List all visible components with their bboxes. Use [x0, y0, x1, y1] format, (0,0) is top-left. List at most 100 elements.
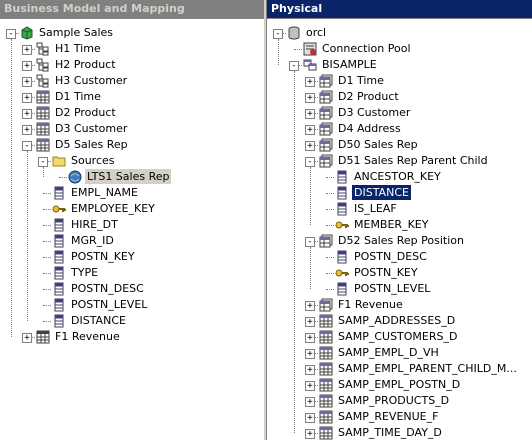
tree-node-label[interactable]: F1 Revenue	[53, 329, 122, 344]
tree-node-label[interactable]: H2 Product	[53, 57, 118, 72]
expand-icon[interactable]: +	[305, 125, 315, 135]
expand-icon[interactable]: +	[22, 77, 32, 87]
tree-node-label[interactable]: SAMP_EMPL_D_VH	[336, 345, 441, 360]
expand-icon[interactable]: +	[305, 413, 315, 423]
expand-icon[interactable]: +	[305, 429, 315, 439]
tree-node-label[interactable]: MGR_ID	[69, 233, 116, 248]
alias-table-icon	[319, 90, 333, 104]
tree-node-label[interactable]: EMPLOYEE_KEY	[69, 201, 157, 216]
expand-icon[interactable]: +	[305, 301, 315, 311]
tree-node-label[interactable]: POSTN_LEVEL	[69, 297, 149, 312]
alias-table-icon	[319, 298, 333, 312]
tree-node-label[interactable]: SAMP_CUSTOMERS_D	[336, 329, 459, 344]
tree-node-label[interactable]: D1 Time	[53, 89, 103, 104]
expand-icon[interactable]: +	[22, 61, 32, 71]
tree-node-label[interactable]: POSTN_LEVEL	[352, 281, 432, 296]
tree-guide-line	[43, 167, 44, 177]
business-model-pane[interactable]: Business Model and Mapping - Sample Sales…	[0, 0, 265, 440]
tree-node-label[interactable]: D50 Sales Rep	[336, 137, 420, 152]
tree-node-label[interactable]: TYPE	[69, 265, 100, 280]
tree-connector	[43, 209, 51, 210]
tree-node-label[interactable]: D51 Sales Rep Parent Child	[336, 153, 490, 168]
tree-node-label[interactable]: POSTN_KEY	[69, 249, 137, 264]
physical-table-icon	[319, 410, 333, 424]
expand-icon[interactable]: +	[305, 77, 315, 87]
alias-table-icon	[319, 138, 333, 152]
expand-icon[interactable]: +	[305, 349, 315, 359]
tree-node-label[interactable]: SAMP_ADDRESSES_D	[336, 313, 457, 328]
tree-node-label[interactable]: D5 Sales Rep	[53, 137, 130, 152]
tree-node-label[interactable]: POSTN_DESC	[69, 281, 146, 296]
tree-node-label[interactable]: H3 Customer	[53, 73, 129, 88]
tree-node-label[interactable]: D3 Customer	[53, 121, 129, 136]
tree-connector	[326, 257, 334, 258]
alias-table-icon	[319, 122, 333, 136]
expand-icon[interactable]: +	[22, 125, 32, 135]
physical-pane[interactable]: Physical - orcl Connection Pool - BISAMPLE + D…	[266, 0, 532, 440]
tree-node-label[interactable]: POSTN_KEY	[352, 265, 420, 280]
tree-node-label[interactable]: HIRE_DT	[69, 217, 120, 232]
expand-icon[interactable]: +	[305, 397, 315, 407]
tree-node-label[interactable]: DISTANCE	[351, 184, 412, 201]
tree-node-label[interactable]: orcl	[304, 25, 328, 40]
collapse-icon[interactable]: -	[273, 29, 283, 39]
tree-node-label[interactable]: SAMP_PRODUCTS_D	[336, 393, 451, 408]
business-model-icon	[20, 26, 34, 40]
expand-icon[interactable]: +	[305, 141, 315, 151]
tree-node-label[interactable]: SAMP_EMPL_PARENT_CHILD_M...	[336, 361, 519, 376]
tree-node-label[interactable]: IS_LEAF	[352, 201, 399, 216]
collapse-icon[interactable]: -	[6, 29, 16, 39]
collapse-icon[interactable]: -	[289, 61, 299, 71]
expand-icon[interactable]: +	[305, 317, 315, 327]
tree-node-label[interactable]: Sample Sales	[37, 25, 115, 40]
expand-icon[interactable]: +	[305, 365, 315, 375]
tree-connector	[326, 289, 334, 290]
column-icon	[52, 282, 66, 296]
tree-node-label[interactable]: ANCESTOR_KEY	[352, 169, 443, 184]
tree-node-label[interactable]: DISTANCE	[69, 313, 128, 328]
tree-connector	[43, 193, 51, 194]
tree-node-label[interactable]: D52 Sales Rep Position	[336, 233, 466, 248]
key-icon	[335, 218, 349, 232]
tree-node-label[interactable]: F1 Revenue	[336, 297, 405, 312]
tree-connector	[326, 225, 334, 226]
tree-node-label[interactable]: D2 Product	[336, 89, 401, 104]
column-icon	[52, 186, 66, 200]
expand-icon[interactable]: +	[22, 333, 32, 343]
tree-node-label[interactable]: BISAMPLE	[320, 57, 379, 72]
tree-connector	[294, 49, 302, 50]
alias-table-icon	[319, 154, 333, 168]
expand-icon[interactable]: +	[22, 109, 32, 119]
collapse-icon[interactable]: -	[22, 141, 32, 151]
tree-node-label[interactable]: LTS1 Sales Rep	[85, 169, 172, 184]
expand-icon[interactable]: +	[305, 109, 315, 119]
alias-table-icon	[319, 106, 333, 120]
tree-node-label[interactable]: EMPL_NAME	[69, 185, 140, 200]
tree-node-label[interactable]: D2 Product	[53, 105, 118, 120]
collapse-icon[interactable]: -	[305, 157, 315, 167]
collapse-icon[interactable]: -	[305, 237, 315, 247]
tree-node-label[interactable]: SAMP_EMPL_POSTN_D	[336, 377, 462, 392]
tree-node-label[interactable]: D4 Address	[336, 121, 403, 136]
expand-icon[interactable]: +	[305, 93, 315, 103]
tree-node-label[interactable]: H1 Time	[53, 41, 103, 56]
collapse-icon[interactable]: -	[38, 157, 48, 167]
tree-node-label[interactable]: POSTN_DESC	[352, 249, 429, 264]
tree-connector	[43, 241, 51, 242]
tree-guide-line	[310, 247, 311, 289]
tree-node-label[interactable]: SAMP_REVENUE_F	[336, 409, 440, 424]
tree-node-label[interactable]: D3 Customer	[336, 105, 412, 120]
expand-icon[interactable]: +	[305, 333, 315, 343]
physical-table-icon	[319, 362, 333, 376]
expand-icon[interactable]: +	[305, 381, 315, 391]
tree-node-label[interactable]: MEMBER_KEY	[352, 217, 430, 232]
expand-icon[interactable]: +	[22, 93, 32, 103]
table-icon	[36, 90, 50, 104]
tree-node-label[interactable]: Connection Pool	[320, 41, 413, 56]
tree-guide-line	[278, 39, 279, 65]
physical-pane-title: Physical	[267, 0, 532, 19]
tree-node-label[interactable]: Sources	[69, 153, 117, 168]
expand-icon[interactable]: +	[22, 45, 32, 55]
tree-node-label[interactable]: D1 Time	[336, 73, 386, 88]
tree-node-label[interactable]: SAMP_TIME_DAY_D	[336, 425, 444, 440]
